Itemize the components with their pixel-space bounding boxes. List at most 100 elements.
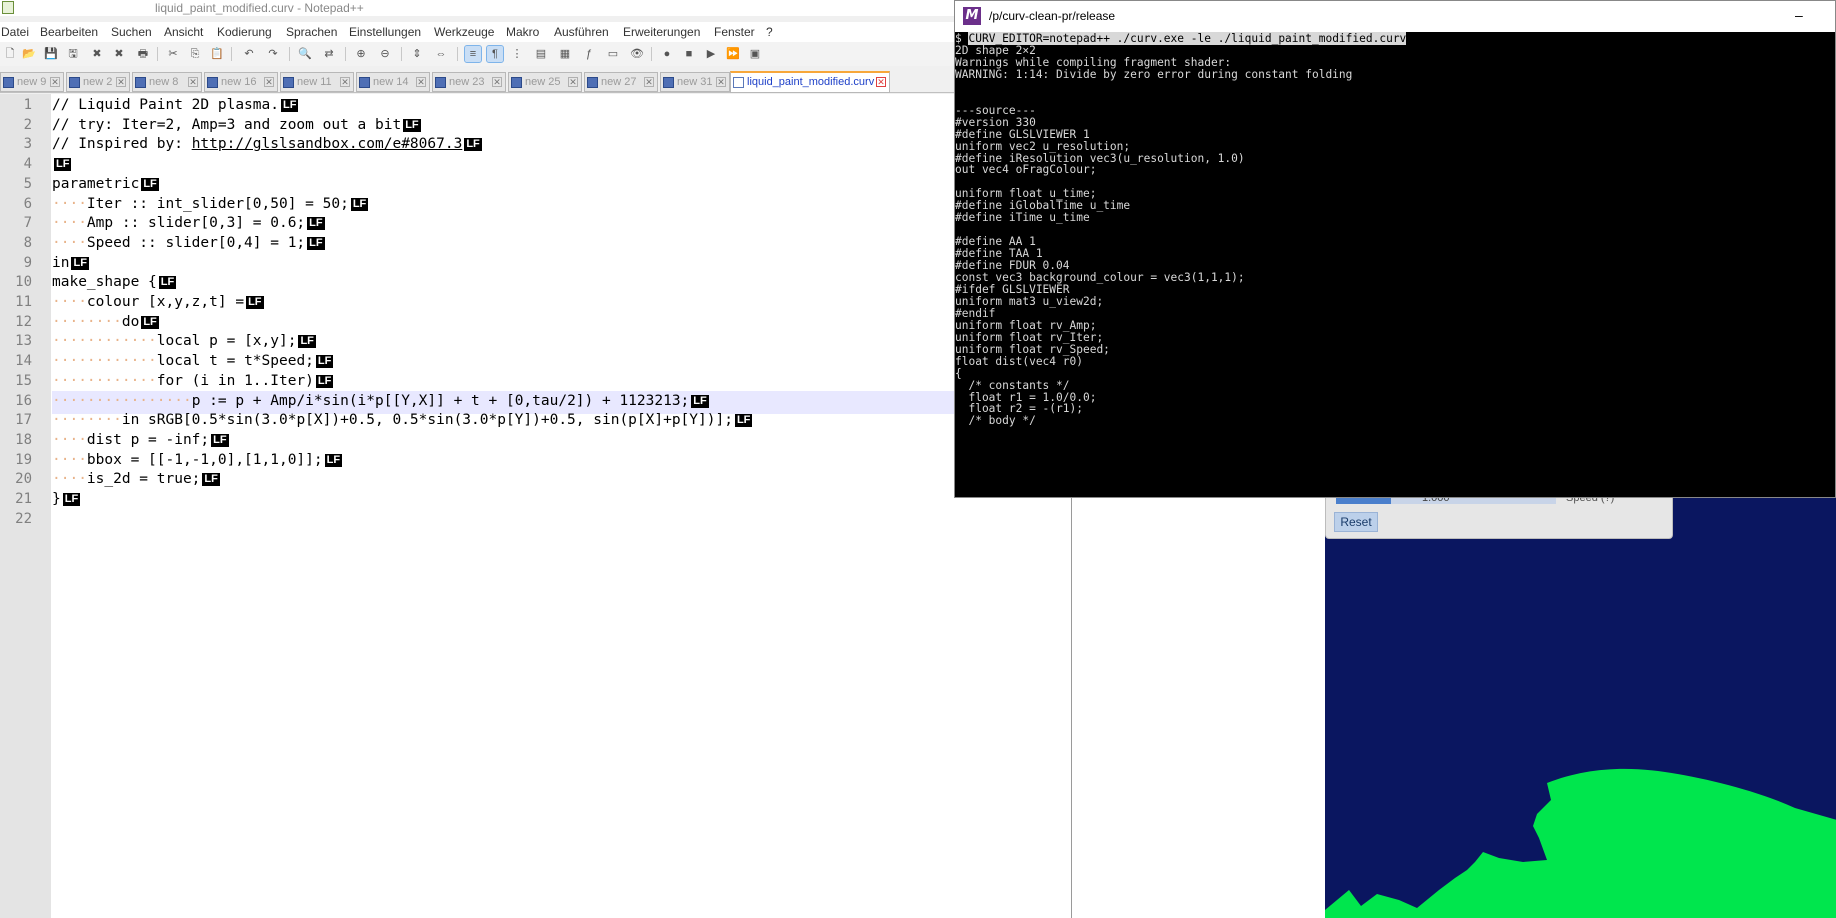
monitoring-icon[interactable]: 👁 <box>629 46 645 62</box>
code-line[interactable]: make_shape {LF <box>52 274 177 290</box>
code-line[interactable]: ····Iter :: int_slider[0,50] = 50; LF <box>52 196 369 212</box>
tab-new-9[interactable]: new 9 ✕ <box>0 72 64 92</box>
menu-ausfuehren[interactable]: Ausführen <box>554 25 609 39</box>
cut-icon[interactable]: ✂ <box>165 46 181 62</box>
close-tab-icon[interactable]: ✕ <box>416 77 426 87</box>
code-line[interactable]: ················p := p + Amp/i*sin(i*p[[… <box>52 393 709 409</box>
close-tab-icon[interactable]: ✕ <box>492 77 502 87</box>
close-tab-icon[interactable]: ✕ <box>50 77 60 87</box>
menu-makro[interactable]: Makro <box>506 25 539 39</box>
close-tab-icon[interactable]: ✕ <box>340 77 350 87</box>
code-line[interactable]: ············for (i in 1..Iter) LF <box>52 373 334 389</box>
code-url-link[interactable]: http://glslsandbox.com/e#8067.3 <box>192 136 463 152</box>
code-line[interactable]: ········in sRGB[0.5*sin(3.0*p[X])+0.5, 0… <box>52 412 753 428</box>
code-line[interactable]: ····dist p = -inf; LF <box>52 432 229 448</box>
menu-sprachen[interactable]: Sprachen <box>286 25 337 39</box>
udl-icon[interactable]: ▤ <box>533 46 549 62</box>
tab-new-2[interactable]: new 2 ✕ <box>66 72 130 92</box>
menu-erweiterungen[interactable]: Erweiterungen <box>623 25 700 39</box>
save-all-icon[interactable]: 🖫 <box>65 46 81 62</box>
terminal-output[interactable]: $ CURV_EDITOR=notepad++ ./curv.exe -le .… <box>955 32 1835 498</box>
tab-new-23[interactable]: new 23 ✕ <box>432 72 506 92</box>
find-icon[interactable]: 🔍 <box>297 46 313 62</box>
doc-map-icon[interactable]: ▦ <box>557 46 573 62</box>
eol-lf-marker: LF <box>307 236 325 250</box>
close-tab-icon[interactable]: ✕ <box>188 77 198 87</box>
copy-icon[interactable]: ⎘ <box>187 46 203 62</box>
folder-workspace-icon[interactable]: ▭ <box>605 46 621 62</box>
code-text: bbox = [[-1,-1,0],[1,1,0]]; <box>86 451 323 468</box>
menu-fenster[interactable]: Fenster <box>714 25 755 39</box>
tab-new-11[interactable]: new 11 ✕ <box>280 72 354 92</box>
show-all-characters-icon[interactable]: ¶ <box>486 45 504 63</box>
tab-new-27[interactable]: new 27 ✕ <box>584 72 658 92</box>
code-line[interactable]: ············local t = t*Speed; LF <box>52 353 334 369</box>
code-line[interactable]: ········do LF <box>52 314 159 330</box>
record-macro-icon[interactable]: ● <box>659 46 675 62</box>
close-tab-icon[interactable]: ✕ <box>264 77 274 87</box>
code-line[interactable]: ····colour [x,y,z,t] = LF <box>52 294 264 310</box>
save-macro-icon[interactable]: ▣ <box>747 46 763 62</box>
code-line[interactable]: ············local p = [x,y]; LF <box>52 333 316 349</box>
new-file-icon[interactable]: 🗋 <box>2 46 18 62</box>
replace-icon[interactable]: ⇄ <box>321 46 337 62</box>
zoom-out-icon[interactable]: ⊖ <box>377 46 393 62</box>
toolbar-separator <box>157 47 158 61</box>
code-line[interactable]: // try: Iter=2, Amp=3 and zoom out a bit… <box>52 117 421 133</box>
print-icon[interactable]: 🖶 <box>135 46 151 62</box>
function-list-icon[interactable]: ƒ <box>581 46 597 62</box>
code-line[interactable]: ····bbox = [[-1,-1,0],[1,1,0]]; LF <box>52 451 343 468</box>
minimize-button[interactable]: – <box>1795 7 1803 23</box>
saved-file-icon <box>135 77 146 88</box>
open-file-icon[interactable]: 📂 <box>21 46 37 62</box>
sync-vertical-icon[interactable]: ⇕ <box>409 46 425 62</box>
code-line[interactable]: ····is_2d = true; LF <box>52 471 220 487</box>
menu-ansicht[interactable]: Ansicht <box>164 25 203 39</box>
run-macro-multiple-icon[interactable]: ⏩ <box>725 46 741 62</box>
word-wrap-icon[interactable]: ≡ <box>464 45 482 63</box>
toolbar-separator <box>401 47 402 61</box>
menu-kodierung[interactable]: Kodierung <box>217 25 272 39</box>
tab-new-8[interactable]: new 8 ✕ <box>132 72 202 92</box>
play-macro-icon[interactable]: ▶ <box>703 46 719 62</box>
menu-werkzeuge[interactable]: Werkzeuge <box>434 25 494 39</box>
undo-icon[interactable]: ↶ <box>241 46 257 62</box>
sync-horizontal-icon[interactable]: ⇔ <box>433 46 449 62</box>
code-line[interactable]: // Inspired by: http://glslsandbox.com/e… <box>52 136 482 152</box>
code-line[interactable]: // Liquid Paint 2D plasma. LF <box>52 97 299 113</box>
tab-new-14[interactable]: new 14 ✕ <box>356 72 430 92</box>
menu-datei[interactable]: Datei <box>1 25 29 39</box>
code-line[interactable]: ····Amp :: slider[0,3] = 0.6; LF <box>52 215 325 231</box>
tab-new-16[interactable]: new 16 ✕ <box>204 72 278 92</box>
menu-bearbeiten[interactable]: Bearbeiten <box>40 25 98 39</box>
code-line[interactable]: LF <box>52 156 72 172</box>
redo-icon[interactable]: ↷ <box>265 46 281 62</box>
close-tab-icon[interactable]: ✕ <box>716 77 726 87</box>
stop-macro-icon[interactable]: ■ <box>681 46 697 62</box>
close-tab-icon[interactable]: ✕ <box>568 77 578 87</box>
zoom-in-icon[interactable]: ⊕ <box>353 46 369 62</box>
menu-help[interactable]: ? <box>766 25 773 39</box>
tab-new-31[interactable]: new 31 ✕ <box>660 72 730 92</box>
code-line[interactable]: } LF <box>52 491 81 507</box>
menu-einstellungen[interactable]: Einstellungen <box>349 25 421 39</box>
code-line[interactable]: in LF <box>52 255 89 271</box>
close-tab-icon[interactable]: ✕ <box>644 77 654 87</box>
tab-new-25[interactable]: new 25 ✕ <box>508 72 582 92</box>
line-number: 4 <box>23 156 32 173</box>
indent-guide-icon[interactable]: ⋮ <box>509 46 525 62</box>
code-line[interactable]: parametric LF <box>52 176 159 192</box>
save-icon[interactable]: 💾 <box>43 46 59 62</box>
close-tab-icon[interactable]: ✕ <box>116 77 126 87</box>
code-line[interactable]: ····Speed :: slider[0,4] = 1; LF <box>52 235 325 251</box>
code-text: in <box>52 254 70 271</box>
line-number: 12 <box>15 313 32 330</box>
close-file-icon[interactable]: ✖ <box>89 46 105 62</box>
menu-suchen[interactable]: Suchen <box>111 25 152 39</box>
tab-liquid-paint-modified[interactable]: liquid_paint_modified.curv ✕ <box>730 71 890 93</box>
paste-icon[interactable]: 📋 <box>209 46 225 62</box>
reset-button[interactable]: Reset <box>1334 512 1378 532</box>
close-all-icon[interactable]: ✖ <box>111 46 127 62</box>
close-tab-icon[interactable]: ✕ <box>876 77 886 87</box>
shape-render-view[interactable] <box>1325 490 1836 918</box>
